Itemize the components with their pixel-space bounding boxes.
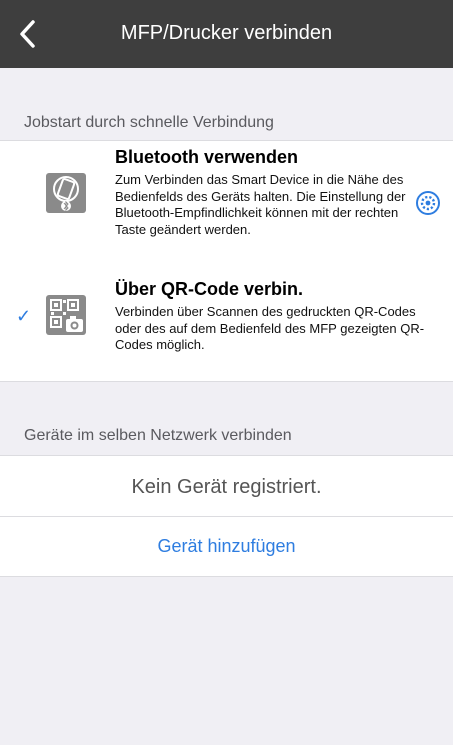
option-bluetooth[interactable]: Bluetooth verwenden Zum Verbinden das Sm… [0, 141, 453, 266]
add-device-label: Gerät hinzufügen [157, 536, 296, 556]
quick-connect-card: Bluetooth verwenden Zum Verbinden das Sm… [0, 140, 453, 382]
bluetooth-phone-icon [46, 173, 86, 213]
bluetooth-settings-button[interactable] [415, 190, 441, 216]
no-device-text: Kein Gerät registriert. [131, 476, 322, 498]
selected-check-icon: ✓ [16, 306, 32, 326]
section-header-same-network: Geräte im selben Netzwerk verbinden [24, 427, 292, 444]
page-title: MFP/Drucker verbinden [120, 22, 333, 44]
option-qr-code[interactable]: ✓ Über QR-Code verbin. Verbinden über Sc… [0, 276, 453, 376]
no-device-row: Kein Gerät registriert. [0, 458, 453, 516]
gear-icon [416, 191, 440, 215]
option-title-bluetooth: Bluetooth verwenden [115, 147, 299, 167]
qr-camera-icon [46, 295, 86, 335]
network-devices-card: Kein Gerät registriert. Gerät hinzufügen [0, 455, 453, 577]
option-desc-qr-code: Verbinden über Scannen des gedruckten QR… [115, 304, 425, 352]
section-header-quick-connect: Jobstart durch schnelle Verbindung [24, 114, 274, 131]
option-title-qr-code: Über QR-Code verbin. [115, 279, 304, 299]
navigation-bar: MFP/Drucker verbinden [0, 0, 453, 68]
option-desc-bluetooth: Zum Verbinden das Smart Device in die Nä… [115, 172, 406, 237]
add-device-button[interactable]: Gerät hinzufügen [0, 517, 453, 575]
